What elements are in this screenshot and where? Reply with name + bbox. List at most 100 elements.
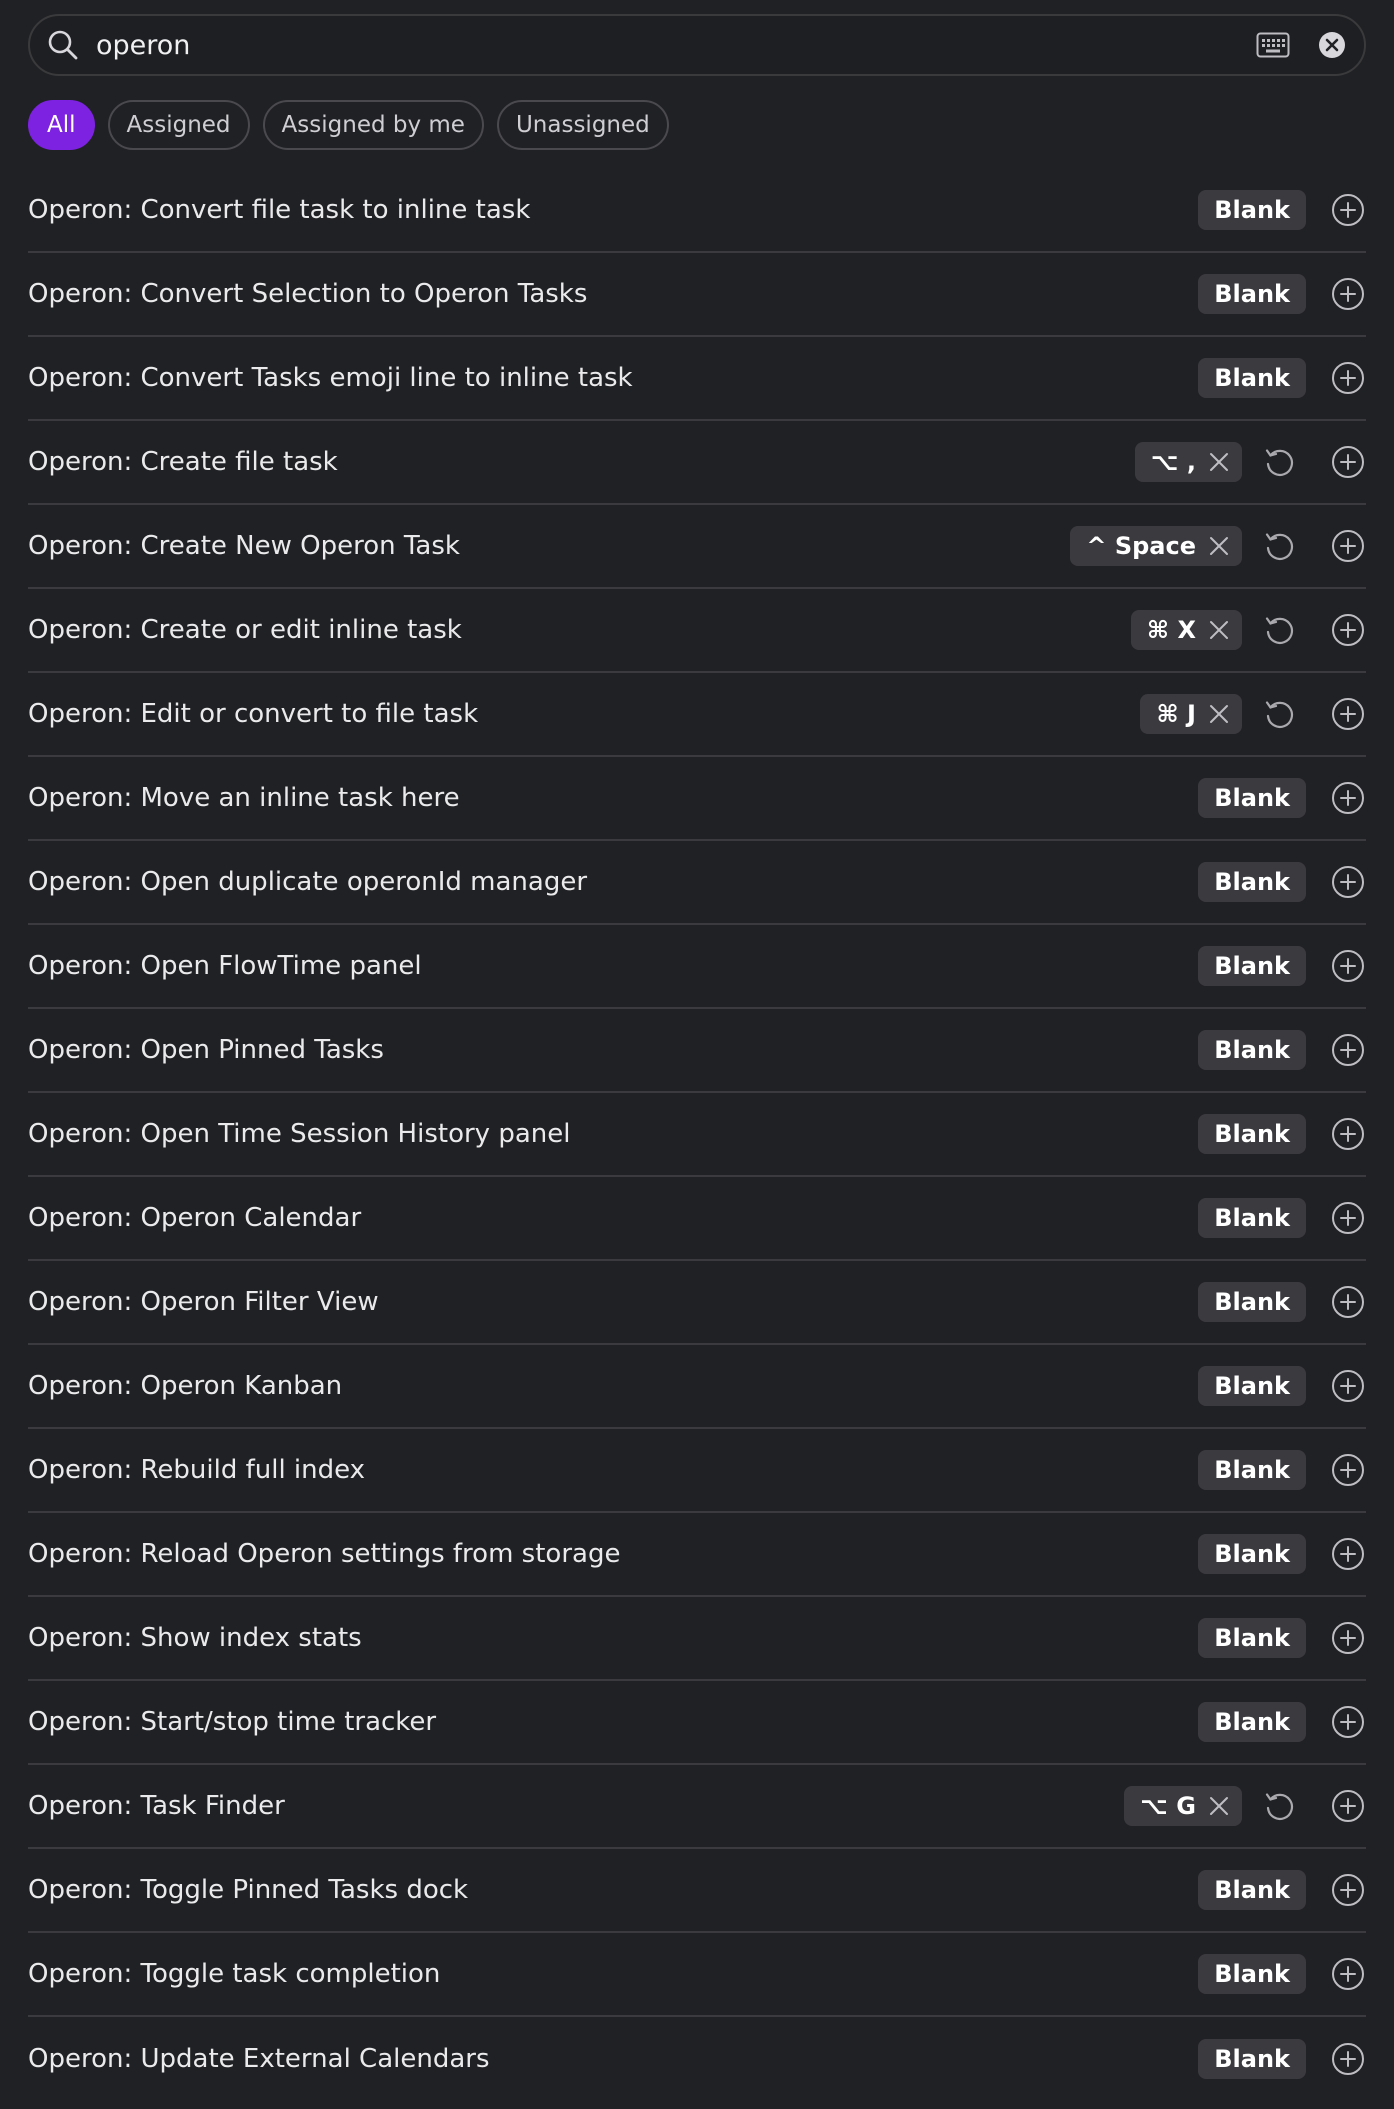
hotkey-text: ⌘ J — [1156, 700, 1196, 728]
add-hotkey-icon[interactable] — [1330, 1368, 1366, 1404]
remove-hotkey-icon[interactable] — [1206, 617, 1232, 643]
command-row: Operon: Create file task ⌥ , — [28, 421, 1366, 505]
blank-hotkey-badge: Blank — [1198, 1954, 1306, 1994]
command-row: Operon: Open Time Session History panel B… — [28, 1093, 1366, 1177]
command-label: Operon: Convert file task to inline task — [28, 195, 531, 225]
filter-chips: All Assigned Assigned by me Unassigned — [28, 100, 1366, 150]
keyboard-icon[interactable] — [1254, 28, 1292, 62]
filter-chip-assigned-by-me[interactable]: Assigned by me — [262, 100, 484, 150]
add-hotkey-icon[interactable] — [1330, 1200, 1366, 1236]
blank-hotkey-badge: Blank — [1198, 190, 1306, 230]
command-actions: Blank — [1198, 2039, 1366, 2079]
hotkey-text: ⌥ , — [1150, 448, 1196, 476]
add-hotkey-icon[interactable] — [1330, 360, 1366, 396]
command-row: Operon: Open duplicate operonId manager B… — [28, 841, 1366, 925]
command-label: Operon: Create or edit inline task — [28, 615, 462, 645]
command-label: Operon: Operon Filter View — [28, 1287, 379, 1317]
add-hotkey-icon[interactable] — [1330, 444, 1366, 480]
restore-default-icon[interactable] — [1262, 529, 1296, 563]
add-hotkey-icon[interactable] — [1330, 1536, 1366, 1572]
add-hotkey-icon[interactable] — [1330, 1620, 1366, 1656]
add-hotkey-icon[interactable] — [1330, 1032, 1366, 1068]
filter-chip-unassigned[interactable]: Unassigned — [496, 100, 669, 150]
add-hotkey-icon[interactable] — [1330, 1452, 1366, 1488]
hotkey-text: ^ Space — [1086, 532, 1196, 560]
remove-hotkey-icon[interactable] — [1206, 701, 1232, 727]
command-actions: ⌥ , — [1134, 442, 1366, 482]
remove-hotkey-icon[interactable] — [1206, 533, 1232, 559]
command-actions: ⌘ J — [1140, 694, 1366, 734]
filter-chip-assigned[interactable]: Assigned — [107, 100, 250, 150]
blank-hotkey-badge: Blank — [1198, 274, 1306, 314]
add-hotkey-icon[interactable] — [1330, 1788, 1366, 1824]
blank-hotkey-badge: Blank — [1198, 1702, 1306, 1742]
command-actions: Blank — [1198, 1366, 1366, 1406]
add-hotkey-icon[interactable] — [1330, 1116, 1366, 1152]
command-actions: Blank — [1198, 1450, 1366, 1490]
add-hotkey-icon[interactable] — [1330, 528, 1366, 564]
add-hotkey-icon[interactable] — [1330, 276, 1366, 312]
filter-chip-all[interactable]: All — [28, 100, 95, 150]
add-hotkey-icon[interactable] — [1330, 1704, 1366, 1740]
restore-default-icon[interactable] — [1262, 1789, 1296, 1823]
command-label: Operon: Operon Kanban — [28, 1371, 343, 1401]
add-hotkey-icon[interactable] — [1330, 1872, 1366, 1908]
hotkey-badge: ⌘ X — [1130, 610, 1242, 650]
command-label: Operon: Reload Operon settings from stor… — [28, 1539, 621, 1569]
blank-hotkey-badge: Blank — [1198, 1450, 1306, 1490]
add-hotkey-icon[interactable] — [1330, 192, 1366, 228]
add-hotkey-icon[interactable] — [1330, 1284, 1366, 1320]
hotkey-badge: ⌥ G — [1124, 1786, 1242, 1826]
restore-default-icon[interactable] — [1262, 697, 1296, 731]
remove-hotkey-icon[interactable] — [1206, 1793, 1232, 1819]
command-label: Operon: Create New Operon Task — [28, 531, 460, 561]
command-actions: Blank — [1198, 1114, 1366, 1154]
command-label: Operon: Open Time Session History panel — [28, 1119, 571, 1149]
command-label: Operon: Start/stop time tracker — [28, 1707, 437, 1737]
command-row: Operon: Convert file task to inline task… — [28, 169, 1366, 253]
add-hotkey-icon[interactable] — [1330, 696, 1366, 732]
command-list: Operon: Convert file task to inline task… — [28, 169, 1366, 2101]
command-row: Operon: Operon Calendar Blank — [28, 1177, 1366, 1261]
hotkeys-panel: AllAssignedAssigned by meUnassigned Oper… — [0, 0, 1394, 2109]
search-bar[interactable] — [28, 14, 1366, 76]
command-actions: Blank — [1198, 862, 1366, 902]
command-label: Operon: Convert Selection to Operon Task… — [28, 279, 588, 309]
blank-hotkey-badge: Blank — [1198, 1198, 1306, 1238]
command-actions: Blank — [1198, 1030, 1366, 1070]
command-actions: Blank — [1198, 1954, 1366, 1994]
command-label: Operon: Toggle Pinned Tasks dock — [28, 1875, 469, 1905]
command-actions: Blank — [1198, 1534, 1366, 1574]
hotkey-text: ⌥ G — [1140, 1792, 1196, 1820]
command-label: Operon: Open Pinned Tasks — [28, 1035, 384, 1065]
add-hotkey-icon[interactable] — [1330, 864, 1366, 900]
command-row: Operon: Operon Kanban Blank — [28, 1345, 1366, 1429]
blank-hotkey-badge: Blank — [1198, 358, 1306, 398]
blank-hotkey-badge: Blank — [1198, 862, 1306, 902]
command-label: Operon: Update External Calendars — [28, 2044, 490, 2074]
restore-default-icon[interactable] — [1262, 445, 1296, 479]
command-actions: Blank — [1198, 778, 1366, 818]
add-hotkey-icon[interactable] — [1330, 2041, 1366, 2077]
command-actions: Blank — [1198, 1702, 1366, 1742]
add-hotkey-icon[interactable] — [1330, 948, 1366, 984]
hotkey-text: ⌘ X — [1146, 616, 1196, 644]
blank-hotkey-badge: Blank — [1198, 1534, 1306, 1574]
clear-search-icon[interactable] — [1316, 29, 1348, 61]
command-row: Operon: Reload Operon settings from stor… — [28, 1513, 1366, 1597]
add-hotkey-icon[interactable] — [1330, 780, 1366, 816]
command-row: Operon: Rebuild full index Blank — [28, 1429, 1366, 1513]
blank-hotkey-badge: Blank — [1198, 778, 1306, 818]
command-row: Operon: Create New Operon Task ^ Space — [28, 505, 1366, 589]
search-input[interactable] — [96, 25, 1254, 65]
command-label: Operon: Move an inline task here — [28, 783, 460, 813]
hotkey-badge: ⌥ , — [1134, 442, 1242, 482]
add-hotkey-icon[interactable] — [1330, 1956, 1366, 1992]
command-actions: Blank — [1198, 274, 1366, 314]
restore-default-icon[interactable] — [1262, 613, 1296, 647]
blank-hotkey-badge: Blank — [1198, 1114, 1306, 1154]
add-hotkey-icon[interactable] — [1330, 612, 1366, 648]
command-actions: Blank — [1198, 1618, 1366, 1658]
remove-hotkey-icon[interactable] — [1206, 449, 1232, 475]
command-actions: Blank — [1198, 1198, 1366, 1238]
